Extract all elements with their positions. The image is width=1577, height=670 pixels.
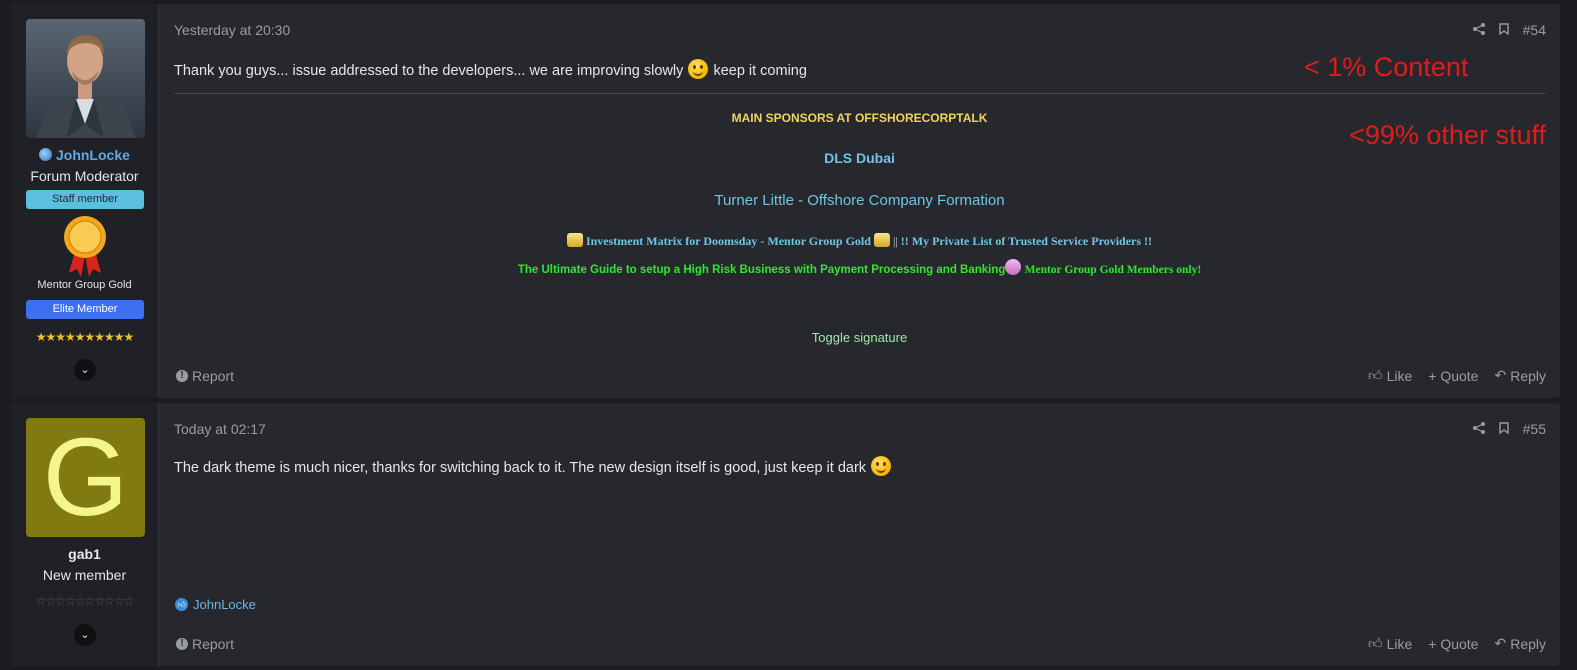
ultimate-guide-link[interactable]: The Ultimate Guide to setup a High Risk … xyxy=(518,264,1006,276)
username[interactable]: gab1 xyxy=(11,546,158,562)
reply-button[interactable]: ↶ Reply xyxy=(1494,635,1546,652)
alert-icon: ! xyxy=(176,638,188,650)
signature-line-4: The Ultimate Guide to setup a High Risk … xyxy=(159,259,1560,276)
report-label: Report xyxy=(192,636,235,652)
elite-banner: Elite Member xyxy=(26,300,144,319)
chevron-down-icon[interactable]: ⌄ xyxy=(74,624,96,646)
quote-button[interactable]: + Quote xyxy=(1428,635,1478,652)
reply-label: Reply xyxy=(1510,367,1546,384)
message-text-end: keep it coming xyxy=(713,63,807,79)
toggle-signature-link[interactable]: Toggle signature xyxy=(159,330,1560,345)
post-date[interactable]: Yesterday at 20:30 xyxy=(174,22,290,38)
sponsor-turner-link[interactable]: Turner Little - Offshore Company Formati… xyxy=(159,192,1560,209)
reactions-bar[interactable]: 👍︎ JohnLocke xyxy=(175,597,256,612)
user-column: JohnLocke Forum Moderator Staff member M… xyxy=(11,4,159,398)
award-label: Mentor Group Gold xyxy=(37,279,132,291)
post-tools: #55 xyxy=(1472,421,1546,437)
chevron-down-icon[interactable]: ⌄ xyxy=(74,359,96,381)
post-number[interactable]: #54 xyxy=(1523,22,1546,38)
separator-text: || xyxy=(892,234,898,248)
gold-emoji-icon xyxy=(873,233,890,247)
like-label: Like xyxy=(1386,367,1413,384)
alert-icon: ! xyxy=(176,370,188,382)
report-button[interactable]: ! Report xyxy=(176,636,234,652)
reply-button[interactable]: ↶ Reply xyxy=(1494,367,1546,384)
like-label: Like xyxy=(1386,635,1413,652)
bookmark-icon[interactable] xyxy=(1498,421,1509,437)
reply-arrow-icon: ↶ xyxy=(1494,635,1507,651)
gold-emoji-icon xyxy=(566,233,583,247)
trusted-providers-link[interactable]: !! My Private List of Trusted Service Pr… xyxy=(901,234,1152,248)
investment-matrix-link[interactable]: Investment Matrix for Doomsday - Mentor … xyxy=(586,234,871,248)
smile-emoji-icon xyxy=(871,456,892,476)
members-only-link[interactable]: Mentor Group Gold Members only! xyxy=(1025,264,1202,276)
thumbs-up-icon: 👍︎ xyxy=(175,598,188,611)
username[interactable]: JohnLocke xyxy=(11,147,158,163)
user-column: G gab1 New member ☆☆☆☆☆☆☆☆☆☆ ⌄ xyxy=(11,403,159,666)
rating-stars: ★★★★★★★★★★ xyxy=(35,330,135,344)
post-55: G gab1 New member ☆☆☆☆☆☆☆☆☆☆ ⌄ Today at … xyxy=(11,403,1560,666)
avatar[interactable]: G xyxy=(26,418,145,537)
like-button[interactable]: 👍︎ Like xyxy=(1368,367,1412,384)
staff-banner: Staff member xyxy=(26,190,144,209)
post-54: JohnLocke Forum Moderator Staff member M… xyxy=(11,4,1560,398)
reply-arrow-icon: ↶ xyxy=(1494,367,1507,383)
report-label: Report xyxy=(192,368,235,384)
reply-label: Reply xyxy=(1510,635,1546,652)
report-button[interactable]: ! Report xyxy=(176,368,234,384)
quote-button[interactable]: + Quote xyxy=(1428,367,1478,384)
share-icon[interactable] xyxy=(1472,421,1485,437)
reaction-user[interactable]: JohnLocke xyxy=(193,597,256,612)
signature-divider xyxy=(174,93,1546,94)
signature-line-3: Investment Matrix for Doomsday - Mentor … xyxy=(159,233,1560,249)
user-title: Forum Moderator xyxy=(30,168,139,184)
annotation-content: < 1% Content xyxy=(1304,52,1469,82)
like-button[interactable]: 👍︎ Like xyxy=(1368,635,1412,652)
bookmark-icon[interactable] xyxy=(1498,22,1509,38)
thumbs-up-icon: 👍︎ xyxy=(1367,635,1383,651)
user-title: New member xyxy=(42,567,127,583)
share-icon[interactable] xyxy=(1472,22,1485,38)
smile-emoji-icon xyxy=(688,59,709,79)
rating-stars: ☆☆☆☆☆☆☆☆☆☆ xyxy=(35,594,135,608)
pink-emoji-icon xyxy=(1005,259,1022,275)
post-tools: #54 xyxy=(1472,22,1546,38)
post-content: Today at 02:17 #55 The dark theme is muc… xyxy=(159,403,1560,666)
message-text: The dark theme is much nicer, thanks for… xyxy=(174,460,867,476)
post-message: The dark theme is much nicer, thanks for… xyxy=(174,456,892,476)
avatar[interactable] xyxy=(26,19,145,138)
username-text[interactable]: JohnLocke xyxy=(56,147,130,163)
gold-medal-icon xyxy=(61,215,109,277)
post-message: Thank you guys... issue addressed to the… xyxy=(174,59,807,79)
post-number[interactable]: #55 xyxy=(1523,421,1546,437)
post-content: Yesterday at 20:30 #54 Thank you guys...… xyxy=(159,4,1560,398)
message-text: Thank you guys... issue addressed to the… xyxy=(174,63,684,79)
globe-icon xyxy=(39,148,53,161)
thumbs-up-icon: 👍︎ xyxy=(1367,367,1383,383)
sponsor-dls-link[interactable]: DLS Dubai xyxy=(159,150,1560,166)
post-date[interactable]: Today at 02:17 xyxy=(174,421,266,437)
sponsors-heading: MAIN SPONSORS AT OFFSHORECORPTALK xyxy=(731,111,988,125)
